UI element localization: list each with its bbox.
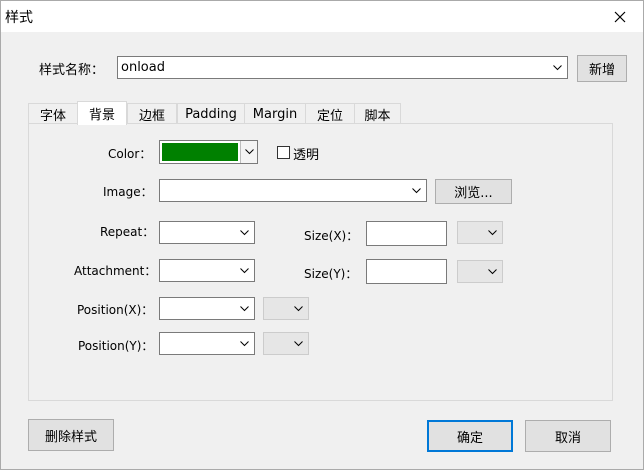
style-name-value: onload [121,60,165,75]
ok-button[interactable]: 确定 [427,420,513,452]
attachment-combo[interactable] [159,259,255,282]
position-x-label: Position(X)： [77,303,154,317]
attachment-label: Attachment： [74,264,157,278]
repeat-combo[interactable] [159,221,255,244]
tab-font[interactable]: 字体 [28,103,78,124]
title-bar: 样式 [1,1,643,32]
color-picker[interactable] [159,140,258,164]
position-y-combo[interactable] [159,332,255,355]
size-y-label: Size(Y)： [304,267,358,281]
tab-border[interactable]: 边框 [127,103,177,124]
transparent-checkbox[interactable] [277,146,290,159]
size-x-input[interactable] [366,221,447,246]
size-x-label: Size(X)： [304,229,359,243]
browse-button[interactable]: 浏览... [435,179,512,204]
add-style-button[interactable]: 新增 [577,55,627,82]
repeat-label: Repeat： [100,225,155,239]
chevron-down-icon[interactable] [406,180,426,201]
position-y-label: Position(Y)： [78,339,154,353]
transparent-label: 透明 [293,148,320,163]
chevron-down-icon[interactable] [240,141,257,163]
close-icon [614,11,626,22]
chevron-down-icon [482,261,502,282]
window-title: 样式 [5,10,33,26]
tab-position[interactable]: 定位 [305,103,355,124]
cancel-button[interactable]: 取消 [525,420,611,452]
position-x-combo[interactable] [159,297,255,320]
style-dialog: 样式 样式名称： onload 新增 字体 背景 边框 Padding Marg… [0,0,644,470]
image-label: Image： [103,185,153,199]
size-x-unit-combo [457,221,503,244]
size-y-unit-combo [457,260,503,283]
tab-script[interactable]: 脚本 [354,103,401,124]
color-swatch[interactable] [162,143,238,161]
delete-style-button[interactable]: 删除样式 [28,419,114,451]
tab-background[interactable]: 背景 [77,101,127,125]
chevron-down-icon [288,333,308,354]
chevron-down-icon [482,222,502,243]
chevron-down-icon [288,298,308,319]
position-y-unit-combo [263,332,309,355]
image-combo[interactable] [159,179,427,202]
close-button[interactable] [597,1,643,32]
chevron-down-icon[interactable] [234,222,254,243]
style-name-combo[interactable]: onload [117,56,568,79]
size-y-input[interactable] [366,259,447,284]
position-x-unit-combo [263,297,309,320]
style-name-label: 样式名称： [39,63,105,78]
tab-margin[interactable]: Margin [244,103,306,124]
chevron-down-icon[interactable] [547,57,567,78]
chevron-down-icon[interactable] [234,333,254,354]
color-label: Color： [108,147,152,161]
chevron-down-icon[interactable] [234,260,254,281]
chevron-down-icon[interactable] [234,298,254,319]
tab-padding[interactable]: Padding [177,103,245,124]
